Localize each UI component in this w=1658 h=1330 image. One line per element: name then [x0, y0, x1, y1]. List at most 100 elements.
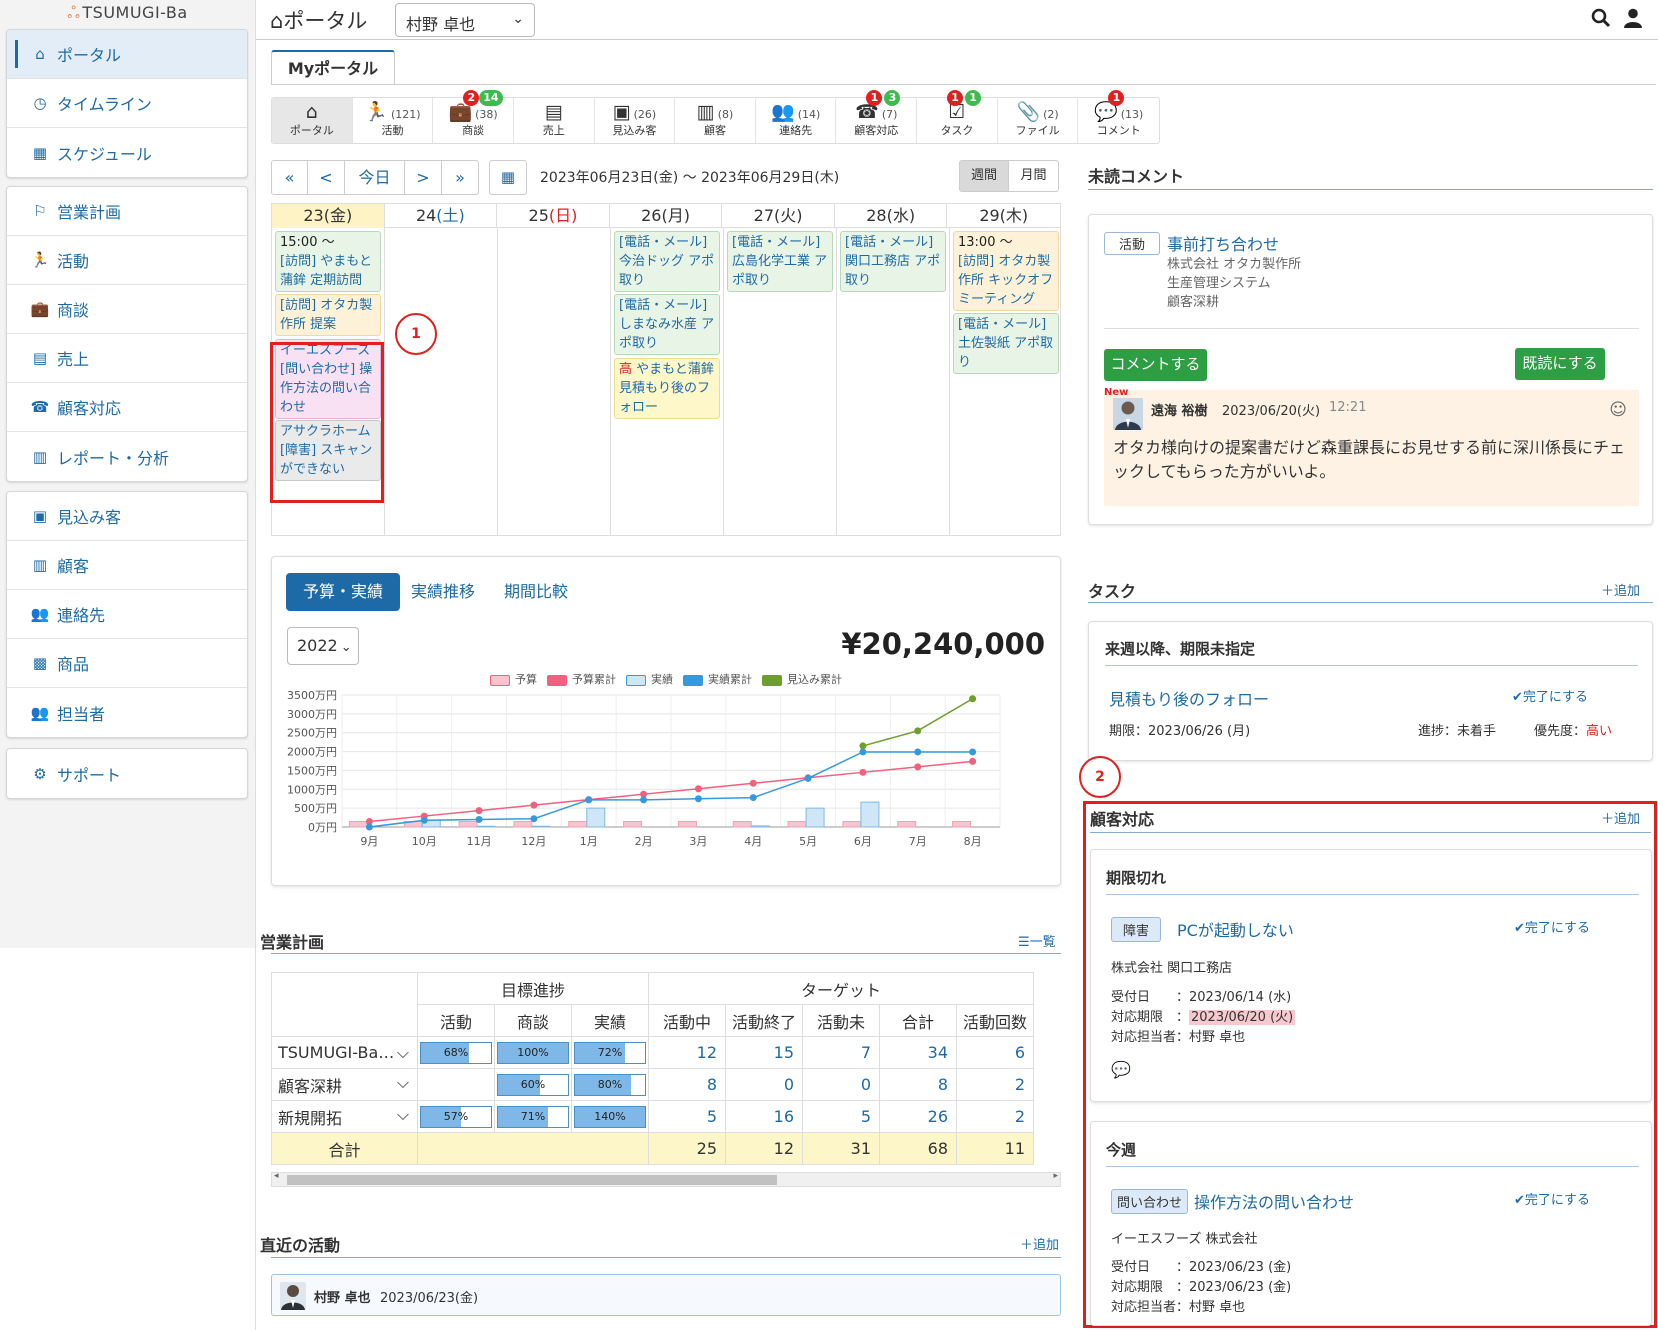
sidebar-item-group2-5[interactable]: ▥ レポート・分析	[7, 432, 247, 481]
date-picker-button[interactable]: ▦	[489, 160, 527, 195]
legend-item[interactable]: 実績累計	[683, 671, 752, 687]
calendar-event[interactable]: [電話・メール] しまなみ水産 アポ取り	[614, 294, 720, 355]
day-column-26[interactable]: [電話・メール] 今治ドッグ アポ取り [電話・メール] しまなみ水産 アポ取り…	[611, 228, 724, 535]
smile-icon[interactable]: ☺	[1609, 400, 1627, 420]
chevron-down-icon[interactable]: ⌵	[397, 1043, 409, 1063]
plan-value[interactable]: 26	[879, 1100, 957, 1133]
quick-comments-button[interactable]: 💬 (13) コメント 1	[1078, 90, 1159, 143]
day-header-29[interactable]: 29(木)	[947, 204, 1060, 228]
day-header-27[interactable]: 27(火)	[722, 204, 835, 228]
day-column-27[interactable]: [電話・メール] 広島化学工業 アポ取り	[724, 228, 837, 535]
sidebar-item-group1-0[interactable]: ⌂ ポータル	[7, 30, 247, 79]
month-view-button[interactable]: 月間	[1009, 160, 1059, 192]
legend-item[interactable]: 見込み累計	[762, 671, 842, 687]
day-header-24[interactable]: 24(土)	[385, 204, 498, 228]
calendar-event[interactable]: 15:00 ～ [訪問] やまもと蒲鉾 定期訪問	[275, 231, 381, 292]
legend-item[interactable]: 実績	[626, 671, 673, 687]
task-complete-button[interactable]: ✔完了にする	[1512, 686, 1588, 705]
next-week-button[interactable]: >	[405, 160, 442, 195]
quick-users-button[interactable]: 👥 (14) 連絡先	[756, 98, 837, 143]
plan-row-name[interactable]: TSUMUGI-Ba… ⌵	[271, 1036, 418, 1069]
support-subject-link[interactable]: PCが起動しない	[1177, 917, 1294, 941]
plan-value[interactable]: 5	[648, 1100, 726, 1133]
quick-building-button[interactable]: ▥ (8) 顧客	[675, 98, 756, 143]
table-row[interactable]: 新規開拓 ⌵ 57% 71% 140% 5 16 5 26 2	[271, 1100, 1034, 1133]
calendar-event[interactable]: [電話・メール] 土佐製紙 アポ取り	[953, 313, 1059, 374]
task-item-link[interactable]: 見積もり後のフォロー	[1109, 686, 1269, 710]
legend-item[interactable]: 予算	[490, 671, 537, 687]
day-column-24[interactable]	[385, 228, 498, 535]
scroll-left-icon[interactable]: ◂	[274, 1171, 279, 1181]
recent-activity-item[interactable]: 村野 卓也 2023/06/23(金)	[271, 1274, 1061, 1316]
sidebar-item-group3-1[interactable]: ▥ 顧客	[7, 541, 247, 590]
tab-period-compare[interactable]: 期間比較	[487, 573, 585, 611]
day-header-25[interactable]: 25(日)	[497, 204, 610, 228]
support-subject-link[interactable]: 操作方法の問い合わせ	[1194, 1189, 1354, 1213]
quick-phone-button[interactable]: ☎ (7) 顧客対応 1 3	[836, 90, 918, 143]
sidebar-item-group3-2[interactable]: 👥 連絡先	[7, 590, 247, 639]
support-complete-button[interactable]: ✔完了にする	[1514, 1189, 1590, 1208]
plan-value[interactable]: 34	[879, 1036, 957, 1069]
support-complete-button[interactable]: ✔完了にする	[1514, 917, 1590, 936]
quick-id-card-button[interactable]: ▣ (26) 見込み客	[595, 98, 676, 143]
plan-value[interactable]: 8	[648, 1068, 726, 1101]
sidebar-item-group1-2[interactable]: ▦ スケジュール	[7, 128, 247, 177]
plan-list-link[interactable]: ☰一覧	[1018, 931, 1056, 950]
quick-briefcase-button[interactable]: 💼 (38) 商談 2 14	[433, 90, 514, 143]
recent-add-link[interactable]: ＋追加	[1020, 1234, 1059, 1253]
plan-row-name[interactable]: 顧客深耕 ⌵	[271, 1068, 418, 1101]
support-add-link[interactable]: ＋追加	[1601, 808, 1640, 827]
plan-value[interactable]: 12	[648, 1036, 726, 1069]
plan-value[interactable]: 2	[956, 1068, 1034, 1101]
plan-table-scrollbar[interactable]: ◂ ▸	[271, 1171, 1061, 1187]
search-icon[interactable]	[1591, 8, 1611, 33]
calendar-event[interactable]: 高 やまもと蒲鉾 見積もり後のフォロー	[614, 358, 720, 419]
sidebar-item-group4-0[interactable]: ⚙ サポート	[7, 749, 247, 798]
calendar-event[interactable]: [訪問] オタカ製作所 提案	[275, 294, 381, 336]
day-header-28[interactable]: 28(水)	[835, 204, 948, 228]
plan-value[interactable]: 2	[956, 1100, 1034, 1133]
year-select[interactable]: 2022 ⌄	[287, 627, 359, 665]
quick-home-button[interactable]: ⌂ ポータル	[272, 98, 353, 143]
comment-button[interactable]: コメントする	[1104, 349, 1207, 381]
day-column-29[interactable]: 13:00 ～ [訪問] オタカ製作所 キックオフミーティング [電話・メール] …	[950, 228, 1063, 535]
day-header-26[interactable]: 26(月)	[610, 204, 723, 228]
last-week-button[interactable]: »	[442, 160, 479, 195]
tab-budget-actual[interactable]: 予算・実績	[286, 573, 401, 611]
today-button[interactable]: 今日	[345, 160, 405, 195]
calendar-event[interactable]: 13:00 ～ [訪問] オタカ製作所 キックオフミーティング	[953, 231, 1059, 311]
comment-subject-link[interactable]: 事前打ち合わせ	[1167, 231, 1279, 255]
chevron-down-icon[interactable]: ⌵	[397, 1073, 409, 1093]
legend-item[interactable]: 予算累計	[547, 671, 616, 687]
scroll-right-icon[interactable]: ▸	[1053, 1171, 1058, 1181]
sidebar-item-group2-1[interactable]: 🏃 活動	[7, 236, 247, 285]
sidebar-item-group1-1[interactable]: ◷ タイムライン	[7, 79, 247, 128]
plan-value[interactable]: 7	[802, 1036, 880, 1069]
task-add-link[interactable]: ＋追加	[1601, 580, 1640, 599]
calendar-event[interactable]: [電話・メール] 広島化学工業 アポ取り	[727, 231, 833, 292]
table-row[interactable]: TSUMUGI-Ba… ⌵ 68% 100% 72% 12 15 7 34 6	[271, 1036, 1034, 1069]
day-column-28[interactable]: [電話・メール] 関口工務店 アポ取り	[837, 228, 950, 535]
first-week-button[interactable]: «	[271, 160, 308, 195]
plan-value[interactable]: 6	[956, 1036, 1034, 1069]
week-view-button[interactable]: 週間	[959, 160, 1009, 192]
plan-value[interactable]: 0	[725, 1068, 803, 1101]
sidebar-item-group3-4[interactable]: 👥 担当者	[7, 688, 247, 737]
plan-value[interactable]: 8	[879, 1068, 957, 1101]
sidebar-item-group2-2[interactable]: 💼 商談	[7, 285, 247, 334]
sidebar-item-group2-4[interactable]: ☎ 顧客対応	[7, 383, 247, 432]
calendar-event[interactable]: [電話・メール] 今治ドッグ アポ取り	[614, 231, 720, 292]
quick-invoice-button[interactable]: ▤ 売上	[514, 98, 595, 143]
user-icon[interactable]	[1624, 8, 1642, 33]
plan-value[interactable]: 15	[725, 1036, 803, 1069]
sidebar-item-group3-0[interactable]: ▣ 見込み客	[7, 492, 247, 541]
chevron-down-icon[interactable]: ⌵	[397, 1105, 409, 1125]
sidebar-item-group2-3[interactable]: ▤ 売上	[7, 334, 247, 383]
quick-paperclip-button[interactable]: 📎 (2) ファイル	[998, 98, 1079, 143]
scrollbar-thumb[interactable]	[287, 1175, 777, 1185]
table-row[interactable]: 顧客深耕 ⌵ 60% 80% 8 0 0 8 2	[271, 1068, 1034, 1101]
prev-week-button[interactable]: <	[308, 160, 345, 195]
sidebar-item-group2-0[interactable]: ⚐ 営業計画	[7, 187, 247, 236]
sidebar-item-group3-3[interactable]: ▩ 商品	[7, 639, 247, 688]
calendar-event[interactable]: [電話・メール] 関口工務店 アポ取り	[840, 231, 946, 292]
